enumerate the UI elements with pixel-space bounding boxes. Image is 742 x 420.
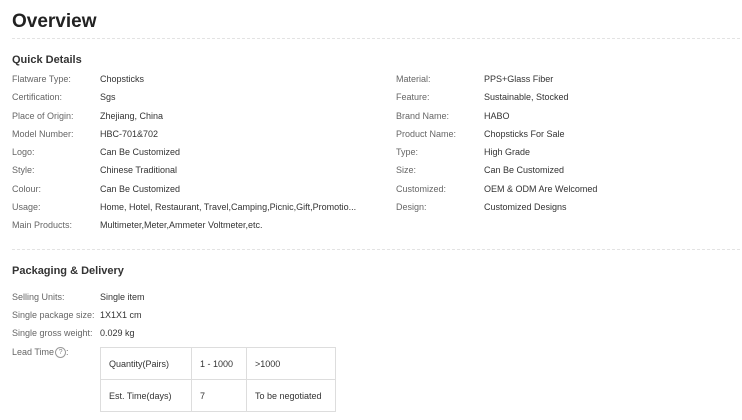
package-size-label: Single package size: bbox=[12, 310, 95, 320]
detail-label: Customized: bbox=[396, 183, 447, 194]
page-title: Overview bbox=[12, 11, 97, 32]
detail-label: Logo: bbox=[12, 147, 35, 157]
detail-value: Home, Hotel, Restaurant, Travel,Camping,… bbox=[100, 201, 357, 212]
empty-cell bbox=[484, 216, 740, 234]
gross-weight-row: Single gross weight: 0.029 kg bbox=[12, 324, 135, 342]
help-icon[interactable]: ? bbox=[55, 347, 67, 359]
detail-label: Design: bbox=[396, 201, 427, 212]
detail-value: Multimeter,Meter,Ammeter Voltmeter,etc. bbox=[100, 220, 263, 230]
divider bbox=[12, 38, 740, 39]
detail-value: HABO bbox=[484, 110, 510, 121]
detail-label: Colour: bbox=[12, 183, 42, 194]
gross-weight-label: Single gross weight: bbox=[12, 328, 93, 338]
gross-weight-value: 0.029 kg bbox=[100, 328, 135, 338]
table-row: Quantity(Pairs) 1 - 1000 >1000 bbox=[100, 347, 336, 380]
table-cell: 1 - 1000 bbox=[191, 347, 247, 380]
detail-value: Sustainable, Stocked bbox=[484, 92, 569, 103]
detail-value: Chinese Traditional bbox=[100, 165, 178, 176]
detail-label: Style: bbox=[12, 165, 35, 176]
detail-label: Size: bbox=[396, 165, 417, 176]
detail-label: Main Products: bbox=[12, 220, 73, 230]
detail-value: High Grade bbox=[484, 147, 531, 157]
detail-label: Material: bbox=[396, 74, 431, 84]
quick-details-grid: Flatware Type: Chopsticks Material: PPS+… bbox=[12, 70, 740, 234]
detail-value: Sgs bbox=[100, 92, 116, 103]
detail-value: PPS+Glass Fiber bbox=[484, 74, 554, 84]
selling-units-label: Selling Units: bbox=[12, 292, 65, 302]
detail-label: Type: bbox=[396, 147, 419, 157]
detail-value: Customized Designs bbox=[484, 201, 567, 212]
detail-label: Feature: bbox=[396, 92, 430, 103]
detail-label: Place of Origin: bbox=[12, 110, 74, 121]
detail-value: Chopsticks For Sale bbox=[484, 128, 565, 139]
lead-time-table: Quantity(Pairs) 1 - 1000 >1000 Est. Time… bbox=[100, 347, 336, 412]
quick-details-heading: Quick Details bbox=[12, 54, 82, 66]
detail-value: Chopsticks bbox=[100, 74, 145, 84]
selling-units-value: Single item bbox=[100, 292, 145, 302]
table-row: Est. Time(days) 7 To be negotiated bbox=[100, 379, 336, 412]
detail-label: Usage: bbox=[12, 201, 41, 212]
detail-value: OEM & ODM Are Welcomed bbox=[484, 183, 598, 194]
detail-value: Can Be Customized bbox=[484, 165, 565, 176]
detail-label: Product Name: bbox=[396, 128, 457, 139]
selling-units-row: Selling Units: Single item bbox=[12, 288, 145, 306]
package-size-value: 1X1X1 cm bbox=[100, 310, 142, 320]
package-size-row: Single package size: 1X1X1 cm bbox=[12, 306, 142, 324]
lead-time-row: Lead Time?: bbox=[12, 343, 69, 361]
table-cell: Est. Time(days) bbox=[100, 379, 192, 412]
packaging-heading: Packaging & Delivery bbox=[12, 265, 124, 277]
table-cell: 7 bbox=[191, 379, 247, 412]
empty-cell bbox=[396, 216, 484, 234]
divider bbox=[12, 249, 740, 250]
detail-label: Model Number: bbox=[12, 128, 74, 139]
detail-label: Flatware Type: bbox=[12, 74, 71, 84]
detail-value: HBC-701&702 bbox=[100, 128, 159, 139]
detail-label: Brand Name: bbox=[396, 110, 450, 121]
table-cell: To be negotiated bbox=[246, 379, 336, 412]
detail-value: Can Be Customized bbox=[100, 147, 181, 157]
table-cell: >1000 bbox=[246, 347, 336, 380]
detail-label: Certification: bbox=[12, 92, 63, 103]
detail-value: Can Be Customized bbox=[100, 183, 181, 194]
detail-value: Zhejiang, China bbox=[100, 110, 164, 121]
lead-time-label: Lead Time bbox=[12, 347, 55, 357]
table-cell: Quantity(Pairs) bbox=[100, 347, 192, 380]
